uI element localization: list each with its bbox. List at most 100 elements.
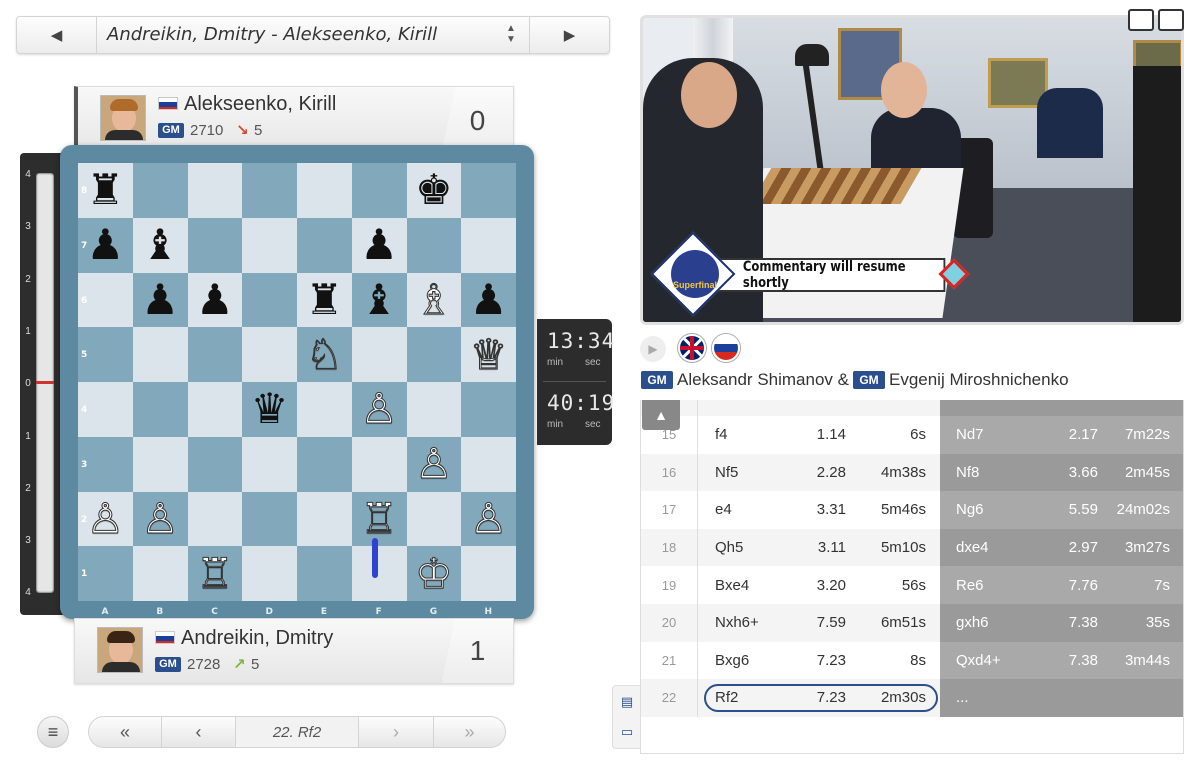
square-h7[interactable] <box>461 217 516 273</box>
black-move-cell[interactable]: ... <box>940 679 1183 717</box>
square-c4[interactable] <box>187 382 243 437</box>
square-f7[interactable]: ♟ <box>351 217 407 273</box>
black-move-cell[interactable]: dxe4 2.97 3m27s <box>940 528 1183 567</box>
black-move-cell[interactable]: Ng6 5.59 24m02s <box>940 491 1183 529</box>
square-d6[interactable] <box>242 272 297 328</box>
expand-video-icon[interactable] <box>1158 9 1184 31</box>
first-move-button[interactable]: « <box>89 717 161 747</box>
black-pawn-icon[interactable]: ♟ <box>141 278 179 321</box>
white-rook-icon[interactable]: ♖ <box>196 552 235 595</box>
white-move-cell[interactable]: Bxe4 3.20 56s <box>698 566 940 604</box>
square-c2[interactable] <box>187 491 243 547</box>
white-pawn-icon[interactable]: ♙ <box>360 387 399 430</box>
black-pawn-icon[interactable]: ♟ <box>87 224 125 266</box>
square-e5[interactable]: ♘ <box>297 327 352 382</box>
white-move[interactable]: Nf5 <box>698 464 786 481</box>
white-move[interactable]: e4 <box>698 501 786 518</box>
black-move[interactable]: dxe4 <box>940 539 1028 556</box>
square-h5[interactable]: ♕ <box>461 327 516 382</box>
square-a1[interactable]: 1A <box>78 546 133 617</box>
white-pawn-icon[interactable]: ♙ <box>86 497 125 540</box>
white-move-cell[interactable]: Qh5 3.11 5m10s <box>698 528 940 567</box>
square-e6[interactable]: ♜ <box>297 272 352 328</box>
menu-button[interactable]: ≡ <box>37 716 69 748</box>
square-a5[interactable]: 5 <box>78 327 133 382</box>
notation-icon[interactable]: ▤ <box>617 694 637 712</box>
square-f6[interactable]: ♝ <box>351 272 407 328</box>
square-b5[interactable] <box>132 327 188 382</box>
white-move[interactable]: Bxe4 <box>698 577 786 594</box>
square-g5[interactable] <box>406 327 462 382</box>
square-b8[interactable] <box>132 163 188 218</box>
square-a3[interactable]: 3 <box>78 436 133 492</box>
white-move[interactable]: Bxg6 <box>698 652 786 669</box>
black-move[interactable]: gxh6 <box>940 614 1028 631</box>
black-pawn-icon[interactable]: ♟ <box>470 278 508 321</box>
square-e4[interactable] <box>297 382 352 437</box>
black-move[interactable]: ... <box>940 689 1028 706</box>
white-move-cell[interactable]: Nxh6+ 7.59 6m51s <box>698 604 940 642</box>
square-c1[interactable]: C ♖ <box>187 546 243 617</box>
white-king-icon[interactable]: ♔ <box>415 552 454 595</box>
white-move[interactable]: f4 <box>698 426 786 443</box>
previous-game-button[interactable]: ◀ <box>17 17 97 53</box>
square-a6[interactable]: 6 <box>78 272 133 328</box>
square-h6[interactable]: ♟ <box>461 272 516 328</box>
square-g8[interactable]: ♚ <box>406 163 462 218</box>
square-e1[interactable]: E <box>297 546 352 617</box>
black-rook-icon[interactable]: ♜ <box>87 169 125 211</box>
white-move-cell[interactable]: Bxg6 7.23 8s <box>698 641 940 680</box>
square-e2[interactable] <box>297 491 352 547</box>
uk-flag-icon[interactable] <box>678 334 706 362</box>
square-b2[interactable]: ♙ <box>132 491 188 547</box>
square-f1[interactable]: F <box>351 546 407 617</box>
white-pawn-icon[interactable]: ♙ <box>141 497 180 540</box>
black-queen-icon[interactable]: ♛ <box>251 388 289 430</box>
square-b7[interactable]: ♝ <box>132 217 188 273</box>
square-c5[interactable] <box>187 327 243 382</box>
scroll-up-button[interactable]: ▲ <box>642 400 680 430</box>
square-a2[interactable]: 2 ♙ <box>78 491 133 547</box>
chess-board[interactable]: 8 ♜ ♚ 7 ♟ ♝ ♟ 6 ♟ ♟ ♜ ♝ ♗ ♟ 5 ♘ ♕ 4 ♛ ♙ 3 ♙ 2 ♙ ♙ ♖ ♙ 1 A B C ♖ D E F G ♔ H <box>78 163 516 617</box>
square-h2[interactable]: ♙ <box>461 491 516 547</box>
square-b6[interactable]: ♟ <box>132 272 188 328</box>
black-move[interactable]: Nf8 <box>940 464 1028 481</box>
square-e8[interactable] <box>297 163 352 218</box>
square-f5[interactable] <box>351 327 407 382</box>
square-d3[interactable] <box>242 436 297 492</box>
white-move-cell[interactable]: Nf5 2.28 4m38s <box>698 453 940 492</box>
square-d2[interactable] <box>242 491 297 547</box>
square-d5[interactable] <box>242 327 297 382</box>
square-b1[interactable]: B <box>132 546 188 617</box>
square-g2[interactable] <box>406 491 462 547</box>
square-g7[interactable] <box>406 217 462 273</box>
white-bishop-icon[interactable]: ♗ <box>415 278 454 321</box>
square-h4[interactable] <box>461 382 516 437</box>
black-move-cell[interactable]: Nf8 3.66 2m45s <box>940 453 1183 492</box>
chat-icon[interactable]: ▭ <box>617 724 637 742</box>
white-knight-icon[interactable]: ♘ <box>305 333 344 376</box>
square-e3[interactable] <box>297 436 352 492</box>
next-game-button[interactable]: ▶ <box>529 17 609 53</box>
square-e7[interactable] <box>297 217 352 273</box>
video-player[interactable]: Commentary will resume shortly Superfina… <box>640 15 1184 325</box>
black-move[interactable]: Qxd4+ <box>940 652 1028 669</box>
square-d1[interactable]: D <box>242 546 297 617</box>
square-c8[interactable] <box>187 163 243 218</box>
square-c3[interactable] <box>187 436 243 492</box>
black-move[interactable]: Re6 <box>940 577 1028 594</box>
square-b3[interactable] <box>132 436 188 492</box>
black-bishop-icon[interactable]: ♝ <box>141 224 179 266</box>
white-queen-icon[interactable]: ♕ <box>469 333 508 376</box>
camera-icon[interactable]: ▶ <box>640 336 666 362</box>
square-h3[interactable] <box>461 436 516 492</box>
black-move-cell[interactable]: Nd7 2.17 7m22s <box>940 416 1183 454</box>
square-d4[interactable]: ♛ <box>242 382 297 437</box>
square-g4[interactable] <box>406 382 462 437</box>
black-move-cell[interactable]: gxh6 7.38 35s <box>940 604 1183 642</box>
square-f8[interactable] <box>351 163 407 218</box>
previous-move-button[interactable]: ‹ <box>161 717 235 747</box>
square-h8[interactable] <box>461 163 516 218</box>
white-rook-icon[interactable]: ♖ <box>360 497 399 540</box>
black-pawn-icon[interactable]: ♟ <box>360 224 398 266</box>
